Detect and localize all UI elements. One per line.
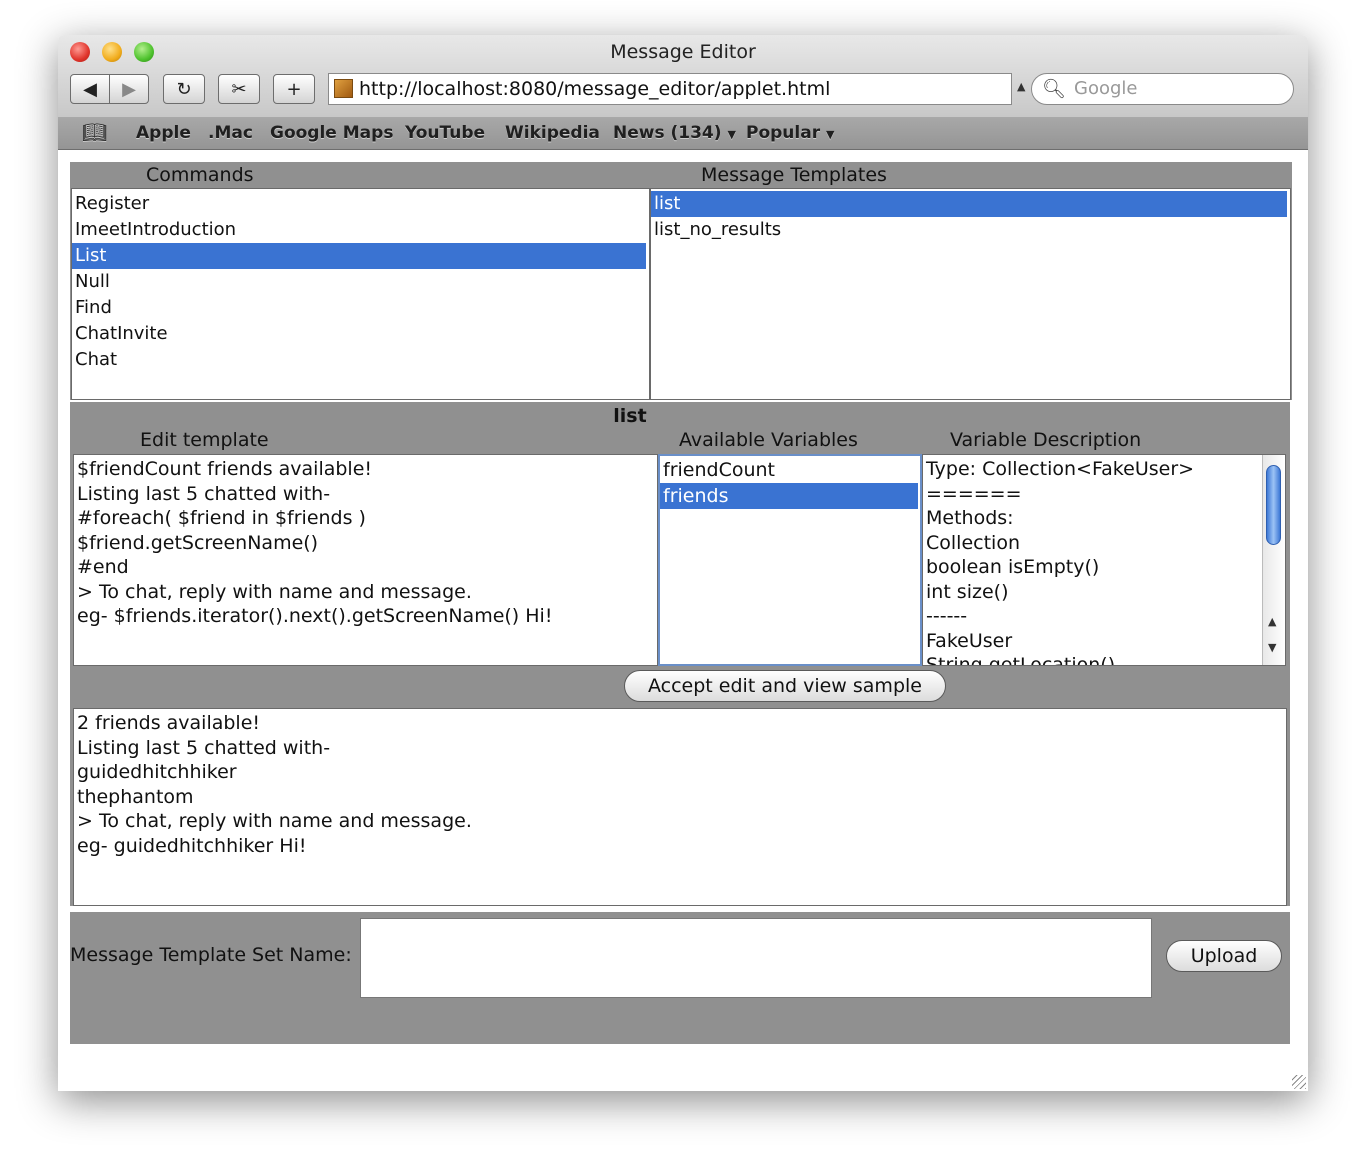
templates-header: Message Templates bbox=[701, 164, 887, 186]
variable-description: Type: Collection<FakeUser> ====== Method… bbox=[922, 454, 1286, 666]
sample-line: guidedhitchhiker bbox=[77, 761, 237, 783]
bookmark-popular-label: Popular bbox=[746, 123, 821, 143]
description-line: Collection bbox=[926, 531, 1020, 554]
description-line: String getLocation() bbox=[926, 654, 1116, 666]
back-button[interactable]: ◀ bbox=[70, 74, 110, 104]
template-line: eg- $friends.iterator().next().getScreen… bbox=[77, 605, 553, 627]
upload-button[interactable]: Upload bbox=[1166, 940, 1282, 972]
scroll-down-arrow-icon[interactable]: ▼ bbox=[1268, 641, 1276, 654]
sample-output: 2 friends available! Listing last 5 chat… bbox=[73, 708, 1287, 906]
snippet-button[interactable]: ✂ bbox=[218, 74, 260, 104]
command-item[interactable]: ImeetIntroduction bbox=[72, 217, 649, 243]
sample-line: thephantom bbox=[77, 785, 194, 808]
template-item[interactable]: list_no_results bbox=[651, 217, 1290, 243]
scroll-up-arrow-icon[interactable]: ▲ bbox=[1268, 615, 1276, 628]
footer-row: Message Template Set Name: Upload bbox=[70, 912, 1292, 1002]
description-line: int size() bbox=[926, 580, 1009, 603]
description-scrollbar[interactable]: ▲ ▼ bbox=[1262, 455, 1285, 665]
forward-arrow-icon: ▶ bbox=[122, 78, 136, 100]
plus-icon: + bbox=[286, 78, 302, 100]
applet-area: Commands Message Templates Register Imee… bbox=[58, 150, 1308, 1091]
reload-icon: ↻ bbox=[176, 78, 192, 100]
template-line: > To chat, reply with name and message. bbox=[77, 580, 472, 603]
edit-template-header: Edit template bbox=[140, 429, 269, 451]
bookmark-wikipedia[interactable]: Wikipedia bbox=[505, 123, 600, 143]
template-line: $friendCount friends available! bbox=[77, 458, 373, 480]
bookmark-news-label: News (134) bbox=[613, 123, 722, 143]
reload-button[interactable]: ↻ bbox=[163, 74, 205, 104]
bookmark-mac[interactable]: .Mac bbox=[208, 123, 253, 143]
bookmark-apple[interactable]: Apple bbox=[136, 123, 191, 143]
description-line: Type: Collection<FakeUser> bbox=[926, 458, 1195, 480]
scissors-icon: ✂ bbox=[231, 78, 247, 100]
command-item[interactable]: Null bbox=[72, 269, 649, 295]
template-line: #foreach( $friend in $friends ) bbox=[77, 507, 366, 529]
sample-line: eg- guidedhitchhiker Hi! bbox=[77, 834, 307, 857]
command-item[interactable]: Find bbox=[72, 295, 649, 321]
sample-line: Listing last 5 chatted with- bbox=[77, 736, 331, 759]
search-placeholder: Google bbox=[1074, 78, 1138, 99]
set-name-input[interactable] bbox=[360, 918, 1152, 998]
editor-title: list bbox=[613, 405, 647, 427]
search-field[interactable]: 🔍︎ Google bbox=[1031, 73, 1294, 105]
window-title: Message Editor bbox=[610, 41, 756, 63]
template-editor[interactable]: $friendCount friends available! Listing … bbox=[73, 454, 658, 666]
java-favicon-icon bbox=[334, 79, 353, 98]
description-line: FakeUser bbox=[926, 629, 1013, 652]
scrollbar-thumb[interactable] bbox=[1266, 465, 1281, 545]
command-item-selected[interactable]: List bbox=[72, 243, 646, 269]
commands-header: Commands bbox=[146, 164, 254, 186]
title-bar: Message Editor ◀ ▶ ↻ ✂ + http://localhos… bbox=[58, 35, 1308, 118]
book-icon[interactable]: 📖︎ bbox=[82, 120, 107, 144]
url-dropdown-icon[interactable]: ▲ bbox=[1017, 80, 1025, 93]
bookmark-popular[interactable]: Popular ▼ bbox=[746, 123, 834, 143]
forward-button[interactable]: ▶ bbox=[109, 74, 149, 104]
set-name-label: Message Template Set Name: bbox=[70, 944, 352, 966]
variable-item[interactable]: friendCount bbox=[660, 457, 920, 483]
resize-grip-icon[interactable] bbox=[1292, 1075, 1306, 1089]
bookmark-news[interactable]: News (134) ▼ bbox=[613, 123, 736, 143]
add-bookmark-button[interactable]: + bbox=[273, 74, 315, 104]
chevron-down-icon: ▼ bbox=[727, 128, 736, 141]
variable-description-header: Variable Description bbox=[950, 429, 1142, 451]
variables-list[interactable]: friendCount friends bbox=[658, 454, 922, 666]
address-bar[interactable]: http://localhost:8080/message_editor/app… bbox=[328, 73, 1012, 105]
chevron-down-icon: ▼ bbox=[826, 128, 835, 141]
search-icon: 🔍︎ bbox=[1042, 78, 1067, 100]
command-item[interactable]: Chat bbox=[72, 347, 649, 373]
bookmark-google-maps[interactable]: Google Maps bbox=[270, 123, 393, 143]
bookmarks-bar: 📖︎ Apple .Mac Google Maps YouTube Wikipe… bbox=[58, 117, 1308, 150]
available-variables-header: Available Variables bbox=[679, 429, 858, 451]
sample-line: > To chat, reply with name and message. bbox=[77, 810, 472, 832]
editor-panel: list Edit template Available Variables V… bbox=[70, 402, 1290, 1044]
template-item-selected[interactable]: list bbox=[651, 191, 1287, 217]
browser-window: Message Editor ◀ ▶ ↻ ✂ + http://localhos… bbox=[58, 35, 1308, 1091]
template-line: Listing last 5 chatted with- bbox=[77, 482, 331, 505]
description-line: Methods: bbox=[926, 507, 1014, 529]
back-arrow-icon: ◀ bbox=[83, 78, 97, 100]
description-line: boolean isEmpty() bbox=[926, 556, 1100, 578]
commands-list[interactable]: Register ImeetIntroduction List Null Fin… bbox=[71, 188, 650, 400]
template-line: #end bbox=[77, 556, 129, 578]
templates-list[interactable]: list list_no_results bbox=[650, 188, 1291, 400]
url-text: http://localhost:8080/message_editor/app… bbox=[359, 78, 831, 100]
command-item[interactable]: Register bbox=[72, 191, 649, 217]
template-line: $friend.getScreenName() bbox=[77, 531, 319, 554]
top-panel: Commands Message Templates Register Imee… bbox=[70, 162, 1292, 400]
bookmark-youtube[interactable]: YouTube bbox=[405, 123, 485, 143]
variable-item-selected[interactable]: friends bbox=[660, 483, 918, 509]
command-item[interactable]: ChatInvite bbox=[72, 321, 649, 347]
accept-edit-button[interactable]: Accept edit and view sample bbox=[624, 670, 946, 702]
sample-line: 2 friends available! bbox=[77, 712, 261, 734]
description-line: ====== bbox=[926, 482, 1022, 505]
description-line: ------ bbox=[926, 605, 968, 627]
